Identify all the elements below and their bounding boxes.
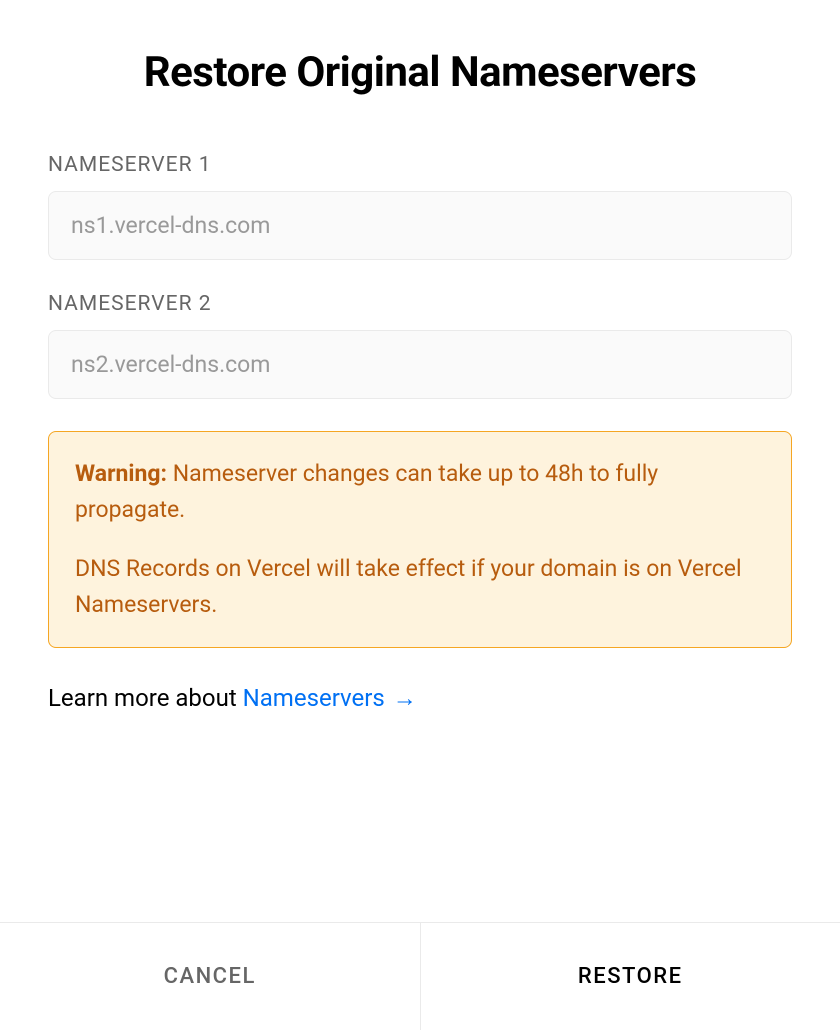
nameserver1-label: NAMESERVER 1: [48, 153, 792, 177]
learn-more-prefix: Learn more about: [48, 684, 243, 712]
warning-text: Warning: Nameserver changes can take up …: [75, 456, 765, 623]
warning-box: Warning: Nameserver changes can take up …: [48, 431, 792, 648]
nameserver2-input[interactable]: [48, 330, 792, 399]
arrow-right-icon: →: [393, 684, 417, 712]
nameserver2-label: NAMESERVER 2: [48, 292, 792, 316]
dialog-content: Restore Original Nameservers NAMESERVER …: [0, 0, 840, 922]
nameserver1-input[interactable]: [48, 191, 792, 260]
warning-line2: DNS Records on Vercel will take effect i…: [75, 551, 765, 622]
cancel-button[interactable]: CANCEL: [0, 923, 421, 1030]
dialog-title: Restore Original Nameservers: [48, 48, 792, 97]
restore-button[interactable]: RESTORE: [421, 923, 840, 1030]
nameserver1-field-group: NAMESERVER 1: [48, 153, 792, 260]
restore-nameservers-dialog: Restore Original Nameservers NAMESERVER …: [0, 0, 840, 1030]
learn-more: Learn more about Nameservers →: [48, 684, 792, 713]
warning-label: Warning:: [75, 460, 167, 487]
nameservers-link[interactable]: Nameservers →: [243, 684, 417, 712]
nameserver2-field-group: NAMESERVER 2: [48, 292, 792, 399]
dialog-footer: CANCEL RESTORE: [0, 922, 840, 1030]
